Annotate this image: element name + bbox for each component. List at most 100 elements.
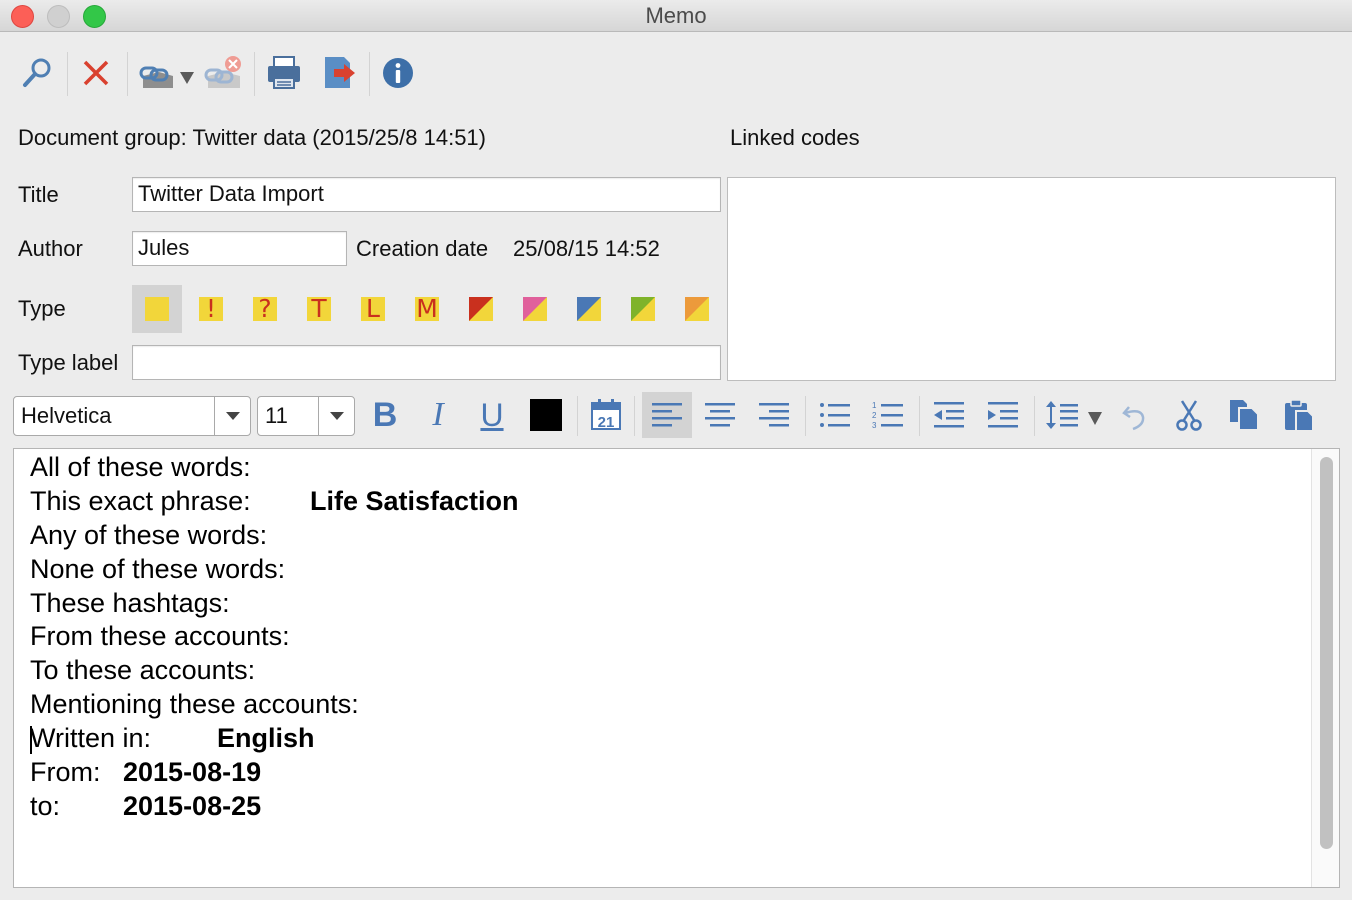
paste-button[interactable] <box>1278 392 1320 438</box>
memo-text: All of these words: This exact phrase: Lif… <box>30 451 519 824</box>
text-color-button[interactable] <box>524 392 568 438</box>
memo-line: Written in: English <box>30 722 359 756</box>
memo-line: From: 2015-08-19 <box>30 756 359 790</box>
calendar-icon: 21 <box>591 399 621 431</box>
memo-type-3[interactable]: T <box>294 285 344 333</box>
memo-line: Any of these words: <box>30 519 359 553</box>
memo-type-7[interactable] <box>510 285 560 333</box>
memo-type-10[interactable] <box>672 285 722 333</box>
creation-date-value: 25/08/15 14:52 <box>513 236 660 261</box>
info-button[interactable] <box>377 52 419 94</box>
creation-date-label: Creation date <box>356 236 489 261</box>
linked-codes-list[interactable] <box>727 177 1336 381</box>
line-spacing-icon <box>1046 401 1102 429</box>
italic-icon: I <box>432 396 444 433</box>
cut-button[interactable] <box>1168 392 1210 438</box>
print-button[interactable] <box>263 52 305 94</box>
bold-button[interactable]: B <box>364 392 406 438</box>
copy-button[interactable] <box>1223 392 1265 438</box>
info-icon <box>383 58 413 88</box>
undo-button[interactable] <box>1116 392 1156 438</box>
memo-line-label: Mentioning these accounts: <box>30 689 359 720</box>
unlink-code-icon <box>204 56 241 88</box>
scissors-icon <box>1176 400 1202 431</box>
link-code-dropdown[interactable] <box>136 52 198 96</box>
memo-type-6[interactable] <box>456 285 506 333</box>
svg-text:1: 1 <box>872 401 877 410</box>
document-group-label: Document group: Twitter data (2015/25/8 … <box>18 125 486 150</box>
copy-icon <box>1230 400 1259 431</box>
increase-indent-button[interactable] <box>981 392 1025 438</box>
line-spacing-dropdown[interactable] <box>1042 392 1106 438</box>
toolbar-separator <box>369 52 370 96</box>
memo-type-0[interactable] <box>132 285 182 333</box>
font-size-value: 11 <box>265 403 288 428</box>
memo-line-value: English <box>217 723 315 754</box>
memo-note-corner <box>523 297 547 321</box>
decrease-indent-button[interactable] <box>927 392 971 438</box>
unlink-code-button[interactable] <box>202 52 246 96</box>
delete-icon <box>83 60 109 86</box>
format-separator <box>577 396 578 436</box>
memo-editor[interactable]: All of these words: This exact phrase: Lif… <box>13 448 1340 888</box>
memo-line: These hashtags: <box>30 587 359 621</box>
export-button[interactable] <box>318 52 360 94</box>
memo-line-label: This exact phrase: <box>30 485 251 516</box>
scrollbar-thumb[interactable] <box>1320 457 1333 849</box>
svg-text:3: 3 <box>872 421 877 430</box>
memo-note-icon: T <box>307 297 331 321</box>
type-label-field[interactable] <box>132 345 721 380</box>
title-field[interactable]: Twitter Data Import <box>132 177 721 212</box>
memo-line-label: Any of these words: <box>30 519 268 550</box>
title-bar: Memo <box>0 0 1352 32</box>
italic-button[interactable]: I <box>418 392 458 438</box>
align-left-button[interactable] <box>642 392 692 438</box>
text-color-swatch <box>530 399 562 431</box>
search-button[interactable] <box>16 52 58 94</box>
memo-type-5[interactable]: M <box>402 285 452 333</box>
font-family-dropdown-button[interactable] <box>214 397 250 435</box>
toolbar-separator <box>67 52 68 96</box>
export-icon <box>325 57 355 88</box>
memo-note-icon <box>469 297 493 321</box>
decrease-indent-icon <box>934 402 964 428</box>
memo-note-corner <box>469 297 493 321</box>
memo-type-9[interactable] <box>618 285 668 333</box>
underline-button[interactable]: U <box>470 392 514 438</box>
memo-line: to: 2015-08-25 <box>30 790 359 824</box>
memo-type-8[interactable] <box>564 285 614 333</box>
type-label-label: Type label <box>18 350 119 375</box>
numbered-list-button[interactable]: 1 2 3 <box>866 392 910 438</box>
memo-note-corner <box>685 297 709 321</box>
memo-line-value: 2015-08-25 <box>123 790 262 821</box>
bullet-list-button[interactable] <box>813 392 857 438</box>
vertical-scrollbar[interactable] <box>1311 449 1339 887</box>
align-left-icon <box>652 403 682 427</box>
memo-note-icon <box>523 297 547 321</box>
undo-icon <box>1122 406 1145 431</box>
author-field[interactable]: Jules <box>132 231 347 266</box>
insert-date-button[interactable]: 21 <box>585 392 627 438</box>
memo-note-corner <box>577 297 601 321</box>
memo-note-icon: M <box>415 297 439 321</box>
memo-note-icon <box>145 297 169 321</box>
window-title: Memo <box>645 3 707 28</box>
memo-line-value: Life Satisfaction <box>310 485 519 516</box>
link-code-icon <box>139 66 194 88</box>
align-center-button[interactable] <box>698 392 742 438</box>
memo-type-1[interactable]: ! <box>186 285 236 333</box>
memo-note-icon: L <box>361 297 385 321</box>
align-right-button[interactable] <box>752 392 796 438</box>
font-size-select[interactable]: 11 <box>257 396 355 436</box>
memo-note-icon <box>631 297 655 321</box>
memo-line-value: 2015-08-19 <box>123 757 262 788</box>
delete-button[interactable] <box>75 52 117 94</box>
font-family-select[interactable]: Helvetica <box>13 396 251 436</box>
memo-type-4[interactable]: L <box>348 285 398 333</box>
search-icon <box>23 58 51 87</box>
memo-line: From these accounts: <box>30 620 359 654</box>
font-size-dropdown-button[interactable] <box>318 397 354 435</box>
memo-line: None of these words: <box>30 553 359 587</box>
memo-type-2[interactable]: ? <box>240 285 290 333</box>
memo-line-label: None of these words: <box>30 553 286 584</box>
